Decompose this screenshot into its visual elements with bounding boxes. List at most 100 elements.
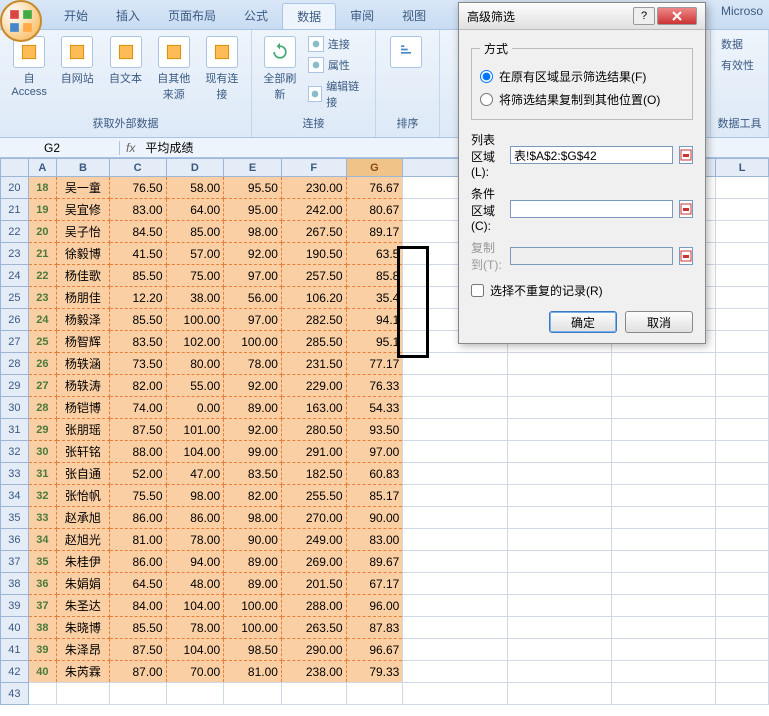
cell[interactable]: 96.00 (346, 595, 403, 617)
cell[interactable]: 86.00 (109, 551, 166, 573)
cell[interactable]: 282.50 (281, 309, 346, 331)
cell[interactable]: 182.50 (281, 463, 346, 485)
cell-empty[interactable] (611, 485, 715, 507)
cell[interactable]: 90.00 (224, 529, 282, 551)
cell[interactable]: 56.00 (224, 287, 282, 309)
row-header[interactable]: 29 (1, 375, 29, 397)
cell[interactable]: 31 (28, 463, 57, 485)
cell[interactable]: 100.00 (166, 309, 224, 331)
cell-empty[interactable] (346, 683, 403, 705)
cell[interactable]: 97.00 (224, 265, 282, 287)
cell[interactable]: 94.00 (166, 551, 224, 573)
cell-empty[interactable] (507, 639, 611, 661)
cell-empty[interactable] (611, 551, 715, 573)
radio-filter-in-place[interactable] (480, 70, 493, 83)
cell[interactable]: 赵承旭 (57, 507, 110, 529)
row-header[interactable]: 26 (1, 309, 29, 331)
cell[interactable]: 89.67 (346, 551, 403, 573)
cell-empty[interactable] (403, 617, 507, 639)
cell[interactable]: 85.00 (166, 221, 224, 243)
cell-empty[interactable] (507, 573, 611, 595)
row-header[interactable]: 32 (1, 441, 29, 463)
cell[interactable]: 24 (28, 309, 57, 331)
cell[interactable]: 76.33 (346, 375, 403, 397)
row-header[interactable]: 41 (1, 639, 29, 661)
cell[interactable]: 255.50 (281, 485, 346, 507)
cell[interactable]: 92.00 (224, 243, 282, 265)
cell[interactable]: 张轩铭 (57, 441, 110, 463)
row-header[interactable]: 25 (1, 287, 29, 309)
cell[interactable]: 64.00 (166, 199, 224, 221)
cell[interactable]: 85.50 (109, 265, 166, 287)
cell[interactable]: 张自通 (57, 463, 110, 485)
cell[interactable]: 89.00 (224, 551, 282, 573)
col-header-E[interactable]: E (224, 159, 282, 177)
cell-empty[interactable] (403, 463, 507, 485)
radio-filter-in-place-row[interactable]: 在原有区域显示筛选结果(F) (480, 65, 684, 88)
cell[interactable]: 87.83 (346, 617, 403, 639)
cell[interactable]: 81.00 (109, 529, 166, 551)
ext-data-btn-3[interactable]: 自其他来源 (151, 34, 197, 104)
cell-empty[interactable] (166, 683, 224, 705)
tools-item-0[interactable]: 数据 (717, 34, 762, 54)
cell-empty[interactable] (611, 507, 715, 529)
cell-empty[interactable] (403, 529, 507, 551)
tab-1[interactable]: 插入 (102, 3, 154, 29)
cell-empty[interactable] (716, 287, 769, 309)
cell[interactable]: 230.00 (281, 177, 346, 199)
cell[interactable]: 83.50 (109, 331, 166, 353)
cell[interactable]: 89.00 (224, 397, 282, 419)
cell-empty[interactable] (507, 617, 611, 639)
cell[interactable]: 杨朋佳 (57, 287, 110, 309)
cell[interactable]: 98.00 (224, 507, 282, 529)
cell[interactable]: 163.00 (281, 397, 346, 419)
cell[interactable]: 85.17 (346, 485, 403, 507)
cell[interactable]: 94.1 (346, 309, 403, 331)
cell[interactable]: 朱晓博 (57, 617, 110, 639)
cell-empty[interactable] (507, 683, 611, 705)
ext-data-btn-1[interactable]: 自网站 (54, 34, 100, 88)
col-header-F[interactable]: F (281, 159, 346, 177)
cell-empty[interactable] (716, 595, 769, 617)
cell-empty[interactable] (716, 573, 769, 595)
cell[interactable]: 73.50 (109, 353, 166, 375)
cell-empty[interactable] (611, 353, 715, 375)
cell[interactable]: 70.00 (166, 661, 224, 683)
ext-data-btn-4[interactable]: 现有连接 (199, 34, 245, 104)
cell[interactable]: 杨毅泽 (57, 309, 110, 331)
cell[interactable]: 27 (28, 375, 57, 397)
cell-empty[interactable] (224, 683, 282, 705)
cell[interactable]: 92.00 (224, 375, 282, 397)
cell[interactable]: 98.50 (224, 639, 282, 661)
cell-empty[interactable] (716, 177, 769, 199)
cell[interactable]: 吴一童 (57, 177, 110, 199)
cell[interactable]: 21 (28, 243, 57, 265)
cell[interactable]: 33 (28, 507, 57, 529)
cell[interactable]: 32 (28, 485, 57, 507)
cancel-button[interactable]: 取消 (625, 311, 693, 333)
cell[interactable]: 57.00 (166, 243, 224, 265)
cell-empty[interactable] (403, 639, 507, 661)
cell-empty[interactable] (403, 507, 507, 529)
cell[interactable]: 75.00 (166, 265, 224, 287)
cell[interactable]: 80.67 (346, 199, 403, 221)
cell-empty[interactable] (716, 199, 769, 221)
cell-empty[interactable] (611, 397, 715, 419)
cell[interactable]: 58.00 (166, 177, 224, 199)
cell[interactable]: 83.50 (224, 463, 282, 485)
criteria-range-input[interactable] (510, 200, 673, 218)
row-header[interactable]: 42 (1, 661, 29, 683)
cell[interactable]: 100.00 (224, 595, 282, 617)
row-header[interactable]: 31 (1, 419, 29, 441)
cell[interactable]: 60.83 (346, 463, 403, 485)
cell[interactable]: 76.67 (346, 177, 403, 199)
cell-empty[interactable] (403, 441, 507, 463)
cell[interactable]: 38.00 (166, 287, 224, 309)
row-header[interactable]: 22 (1, 221, 29, 243)
cell[interactable]: 89.00 (224, 573, 282, 595)
cell[interactable]: 35 (28, 551, 57, 573)
cell[interactable]: 徐毅博 (57, 243, 110, 265)
select-all-corner[interactable] (1, 159, 29, 177)
copy-to-ref-button[interactable] (679, 247, 693, 265)
cell-empty[interactable] (716, 353, 769, 375)
